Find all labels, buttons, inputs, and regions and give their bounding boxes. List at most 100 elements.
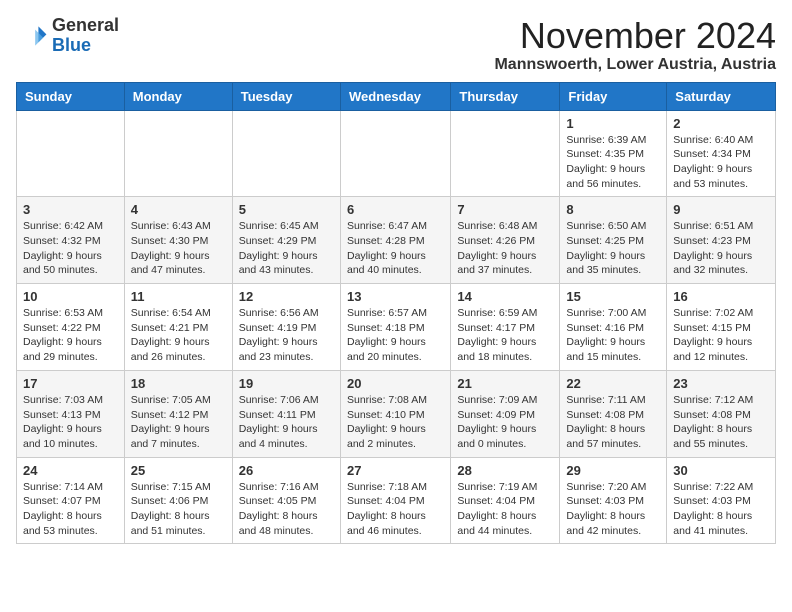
- day-info: Sunrise: 7:06 AM Sunset: 4:11 PM Dayligh…: [239, 393, 334, 452]
- calendar-cell: 15Sunrise: 7:00 AM Sunset: 4:16 PM Dayli…: [560, 284, 667, 371]
- day-info: Sunrise: 7:15 AM Sunset: 4:06 PM Dayligh…: [131, 480, 226, 539]
- day-number: 5: [239, 202, 334, 217]
- day-number: 25: [131, 463, 226, 478]
- day-number: 2: [673, 116, 769, 131]
- day-of-week-header: Monday: [124, 82, 232, 110]
- day-info: Sunrise: 7:22 AM Sunset: 4:03 PM Dayligh…: [673, 480, 769, 539]
- day-number: 28: [457, 463, 553, 478]
- day-info: Sunrise: 6:45 AM Sunset: 4:29 PM Dayligh…: [239, 219, 334, 278]
- logo: General Blue: [16, 16, 119, 56]
- day-number: 4: [131, 202, 226, 217]
- day-number: 20: [347, 376, 444, 391]
- day-info: Sunrise: 7:08 AM Sunset: 4:10 PM Dayligh…: [347, 393, 444, 452]
- day-of-week-header: Wednesday: [340, 82, 450, 110]
- day-info: Sunrise: 6:50 AM Sunset: 4:25 PM Dayligh…: [566, 219, 660, 278]
- day-info: Sunrise: 6:42 AM Sunset: 4:32 PM Dayligh…: [23, 219, 118, 278]
- calendar-cell: [124, 110, 232, 197]
- calendar-cell: 25 Sunrise: 7:15 AM Sunset: 4:06 PM Dayli…: [124, 457, 232, 544]
- day-number: 19: [239, 376, 334, 391]
- day-info: Sunrise: 7:20 AM Sunset: 4:03 PM Dayligh…: [566, 480, 660, 539]
- calendar-week-row: 24 Sunrise: 7:14 AM Sunset: 4:07 PM Dayli…: [17, 457, 776, 544]
- calendar-body: 1 Sunrise: 6:39 AM Sunset: 4:35 PM Daylig…: [17, 110, 776, 544]
- day-number: 7: [457, 202, 553, 217]
- day-info: Sunrise: 7:16 AM Sunset: 4:05 PM Dayligh…: [239, 480, 334, 539]
- day-number: 26: [239, 463, 334, 478]
- calendar-cell: [232, 110, 340, 197]
- day-number: 12: [239, 289, 334, 304]
- calendar-cell: 8Sunrise: 6:50 AM Sunset: 4:25 PM Daylig…: [560, 197, 667, 284]
- day-of-week-header: Sunday: [17, 82, 125, 110]
- day-number: 16: [673, 289, 769, 304]
- day-number: 3: [23, 202, 118, 217]
- day-of-week-header: Tuesday: [232, 82, 340, 110]
- day-number: 1: [566, 116, 660, 131]
- day-number: 14: [457, 289, 553, 304]
- calendar-cell: 17Sunrise: 7:03 AM Sunset: 4:13 PM Dayli…: [17, 370, 125, 457]
- calendar-cell: 14 Sunrise: 6:59 AM Sunset: 4:17 PM Dayli…: [451, 284, 560, 371]
- day-info: Sunrise: 7:12 AM Sunset: 4:08 PM Dayligh…: [673, 393, 769, 452]
- day-info: Sunrise: 7:14 AM Sunset: 4:07 PM Dayligh…: [23, 480, 118, 539]
- calendar-cell: 22 Sunrise: 7:11 AM Sunset: 4:08 PM Dayli…: [560, 370, 667, 457]
- day-info: Sunrise: 7:03 AM Sunset: 4:13 PM Dayligh…: [23, 393, 118, 452]
- day-number: 11: [131, 289, 226, 304]
- day-info: Sunrise: 6:57 AM Sunset: 4:18 PM Dayligh…: [347, 306, 444, 365]
- logo-text: General Blue: [52, 16, 119, 56]
- calendar-cell: 12 Sunrise: 6:56 AM Sunset: 4:19 PM Dayli…: [232, 284, 340, 371]
- calendar-cell: 5 Sunrise: 6:45 AM Sunset: 4:29 PM Daylig…: [232, 197, 340, 284]
- location-subtitle: Mannswoerth, Lower Austria, Austria: [494, 56, 776, 74]
- day-number: 24: [23, 463, 118, 478]
- calendar-week-row: 17Sunrise: 7:03 AM Sunset: 4:13 PM Dayli…: [17, 370, 776, 457]
- calendar-week-row: 3 Sunrise: 6:42 AM Sunset: 4:32 PM Daylig…: [17, 197, 776, 284]
- calendar-table: SundayMondayTuesdayWednesdayThursdayFrid…: [16, 82, 776, 545]
- calendar-week-row: 10 Sunrise: 6:53 AM Sunset: 4:22 PM Dayli…: [17, 284, 776, 371]
- title-block: November 2024 Mannswoerth, Lower Austria…: [494, 16, 776, 74]
- day-info: Sunrise: 7:09 AM Sunset: 4:09 PM Dayligh…: [457, 393, 553, 452]
- day-info: Sunrise: 7:18 AM Sunset: 4:04 PM Dayligh…: [347, 480, 444, 539]
- calendar-cell: 30 Sunrise: 7:22 AM Sunset: 4:03 PM Dayli…: [667, 457, 776, 544]
- calendar-cell: 10 Sunrise: 6:53 AM Sunset: 4:22 PM Dayli…: [17, 284, 125, 371]
- calendar-cell: 11Sunrise: 6:54 AM Sunset: 4:21 PM Dayli…: [124, 284, 232, 371]
- calendar-cell: 20 Sunrise: 7:08 AM Sunset: 4:10 PM Dayli…: [340, 370, 450, 457]
- day-info: Sunrise: 6:51 AM Sunset: 4:23 PM Dayligh…: [673, 219, 769, 278]
- day-number: 21: [457, 376, 553, 391]
- calendar-header: SundayMondayTuesdayWednesdayThursdayFrid…: [17, 82, 776, 110]
- day-info: Sunrise: 6:59 AM Sunset: 4:17 PM Dayligh…: [457, 306, 553, 365]
- day-info: Sunrise: 7:00 AM Sunset: 4:16 PM Dayligh…: [566, 306, 660, 365]
- calendar-cell: [17, 110, 125, 197]
- calendar-cell: [340, 110, 450, 197]
- calendar-cell: 3 Sunrise: 6:42 AM Sunset: 4:32 PM Daylig…: [17, 197, 125, 284]
- month-title: November 2024: [494, 16, 776, 56]
- day-info: Sunrise: 6:56 AM Sunset: 4:19 PM Dayligh…: [239, 306, 334, 365]
- calendar-cell: 19 Sunrise: 7:06 AM Sunset: 4:11 PM Dayli…: [232, 370, 340, 457]
- day-number: 22: [566, 376, 660, 391]
- day-number: 27: [347, 463, 444, 478]
- day-info: Sunrise: 7:05 AM Sunset: 4:12 PM Dayligh…: [131, 393, 226, 452]
- calendar-cell: 23 Sunrise: 7:12 AM Sunset: 4:08 PM Dayli…: [667, 370, 776, 457]
- day-of-week-header: Friday: [560, 82, 667, 110]
- page-header: General Blue November 2024 Mannswoerth, …: [16, 16, 776, 74]
- day-of-week-header: Thursday: [451, 82, 560, 110]
- calendar-cell: 4 Sunrise: 6:43 AM Sunset: 4:30 PM Daylig…: [124, 197, 232, 284]
- day-info: Sunrise: 6:53 AM Sunset: 4:22 PM Dayligh…: [23, 306, 118, 365]
- day-info: Sunrise: 6:47 AM Sunset: 4:28 PM Dayligh…: [347, 219, 444, 278]
- day-number: 23: [673, 376, 769, 391]
- calendar-cell: 21 Sunrise: 7:09 AM Sunset: 4:09 PM Dayli…: [451, 370, 560, 457]
- calendar-cell: 27 Sunrise: 7:18 AM Sunset: 4:04 PM Dayli…: [340, 457, 450, 544]
- calendar-cell: 26 Sunrise: 7:16 AM Sunset: 4:05 PM Dayli…: [232, 457, 340, 544]
- calendar-cell: 16Sunrise: 7:02 AM Sunset: 4:15 PM Dayli…: [667, 284, 776, 371]
- day-number: 10: [23, 289, 118, 304]
- day-number: 30: [673, 463, 769, 478]
- day-info: Sunrise: 7:11 AM Sunset: 4:08 PM Dayligh…: [566, 393, 660, 452]
- calendar-cell: 24 Sunrise: 7:14 AM Sunset: 4:07 PM Dayli…: [17, 457, 125, 544]
- days-of-week-row: SundayMondayTuesdayWednesdayThursdayFrid…: [17, 82, 776, 110]
- calendar-week-row: 1 Sunrise: 6:39 AM Sunset: 4:35 PM Daylig…: [17, 110, 776, 197]
- calendar-cell: 2Sunrise: 6:40 AM Sunset: 4:34 PM Daylig…: [667, 110, 776, 197]
- day-number: 9: [673, 202, 769, 217]
- calendar-cell: 6 Sunrise: 6:47 AM Sunset: 4:28 PM Daylig…: [340, 197, 450, 284]
- day-number: 29: [566, 463, 660, 478]
- day-of-week-header: Saturday: [667, 82, 776, 110]
- calendar-cell: 7Sunrise: 6:48 AM Sunset: 4:26 PM Daylig…: [451, 197, 560, 284]
- day-number: 6: [347, 202, 444, 217]
- day-info: Sunrise: 6:43 AM Sunset: 4:30 PM Dayligh…: [131, 219, 226, 278]
- day-info: Sunrise: 6:39 AM Sunset: 4:35 PM Dayligh…: [566, 133, 660, 192]
